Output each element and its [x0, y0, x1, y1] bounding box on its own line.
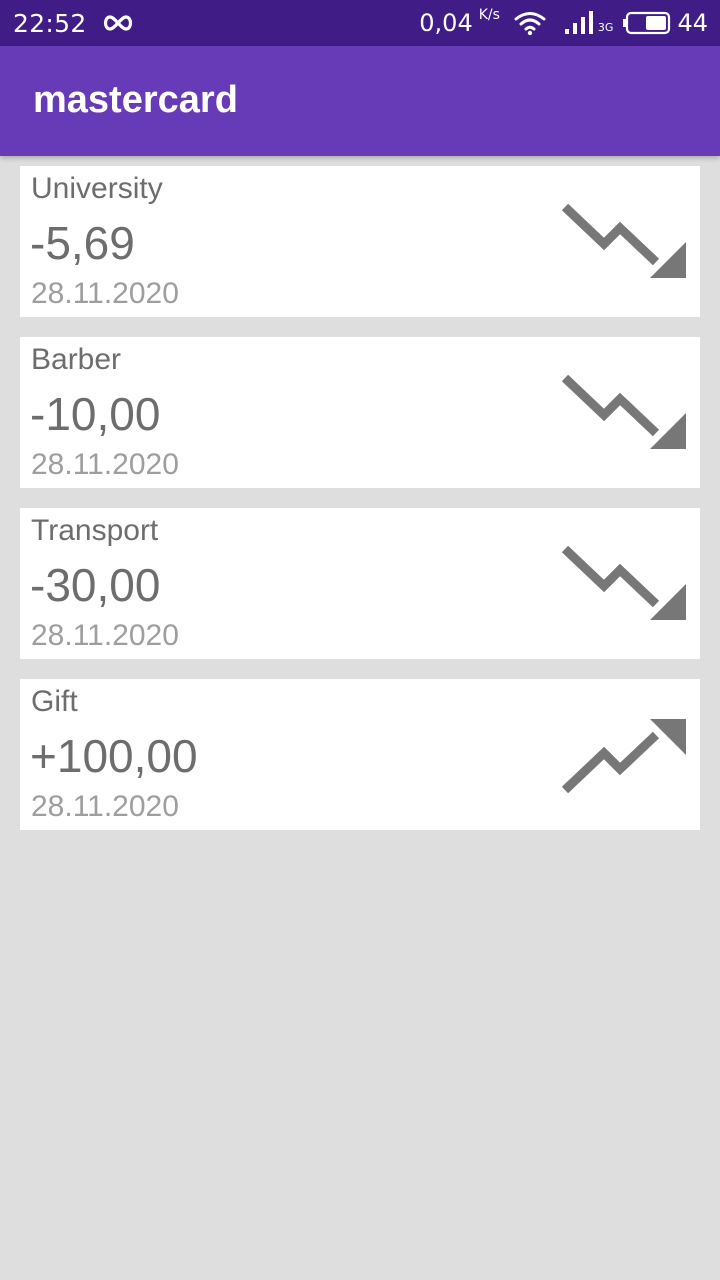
- battery-icon: [623, 11, 671, 35]
- transaction-date: 28.11.2020: [31, 619, 179, 652]
- app-bar: mastercard: [0, 46, 720, 156]
- status-bar-left: 22:52: [13, 0, 135, 46]
- status-time: 22:52: [13, 8, 87, 38]
- network-type: 3G: [597, 20, 614, 34]
- transaction-item[interactable]: Gift +100,00 28.11.2020: [20, 679, 700, 830]
- trend-down-icon: [562, 204, 686, 278]
- transaction-amount: -5,69: [30, 217, 135, 269]
- trend-down-icon: [562, 375, 686, 449]
- transaction-amount: +100,00: [30, 730, 198, 782]
- transaction-category: Barber: [31, 343, 122, 376]
- status-bar: 22:52 0,04 K/s 3G 44: [0, 0, 720, 46]
- transaction-amount: -30,00: [30, 559, 161, 611]
- battery-level: 44: [677, 9, 708, 37]
- status-bar-right: 0,04 K/s 3G 44: [419, 0, 708, 46]
- network-speed: 0,04 K/s: [419, 7, 500, 37]
- transaction-category: Gift: [31, 685, 78, 718]
- transaction-item[interactable]: University -5,69 28.11.2020: [20, 166, 700, 317]
- trend-up-icon: [562, 719, 686, 793]
- infinity-icon: [103, 15, 132, 31]
- transaction-item[interactable]: Transport -30,00 28.11.2020: [20, 508, 700, 659]
- transaction-date: 28.11.2020: [31, 448, 179, 481]
- trend-down-icon: [562, 546, 686, 620]
- transaction-list[interactable]: University -5,69 28.11.2020 Barber -10,0…: [20, 166, 700, 850]
- cell-signal-icon: [564, 11, 593, 34]
- network-speed-value: 0,04: [419, 9, 473, 37]
- transaction-category: Transport: [31, 514, 159, 547]
- transaction-category: University: [31, 172, 163, 205]
- transaction-date: 28.11.2020: [31, 790, 179, 823]
- transaction-item[interactable]: Barber -10,00 28.11.2020: [20, 337, 700, 488]
- app-title: mastercard: [33, 79, 238, 121]
- network-speed-unit: K/s: [478, 7, 500, 23]
- transaction-amount: -10,00: [30, 388, 161, 440]
- transaction-date: 28.11.2020: [31, 277, 179, 310]
- wifi-icon: [514, 12, 546, 36]
